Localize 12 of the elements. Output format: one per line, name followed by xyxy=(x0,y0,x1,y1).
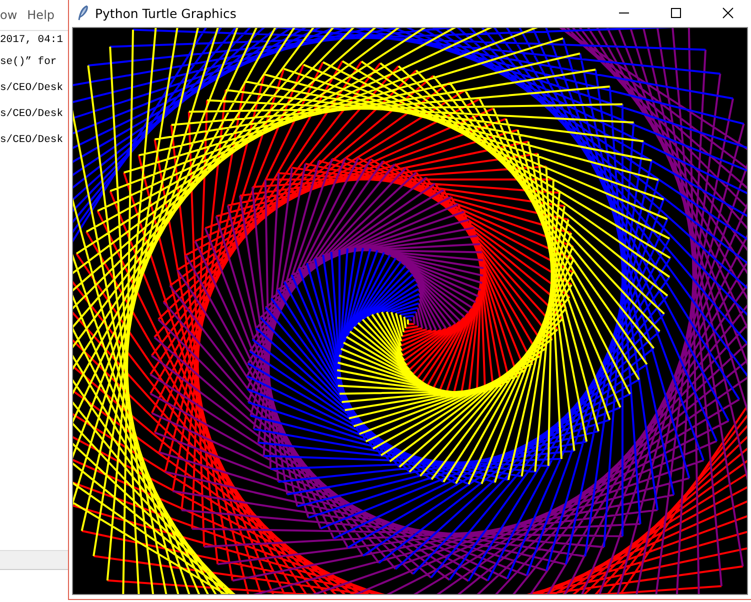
shell-line: se()” for xyxy=(0,55,58,70)
feather-icon xyxy=(77,5,89,21)
menu-item[interactable]: ow xyxy=(0,8,18,22)
status-bar xyxy=(0,550,70,570)
shell-line: s/CEO/Desk xyxy=(0,81,64,96)
window-title: Python Turtle Graphics xyxy=(95,6,236,20)
shell-line: s/CEO/Desk xyxy=(0,107,64,122)
maximize-icon xyxy=(670,7,682,19)
menu-item[interactable]: Help xyxy=(27,8,55,22)
shell-line: 2017, 04:1 xyxy=(0,33,64,48)
close-icon xyxy=(722,7,734,19)
shell-line: s/CEO/Desk xyxy=(0,133,64,148)
